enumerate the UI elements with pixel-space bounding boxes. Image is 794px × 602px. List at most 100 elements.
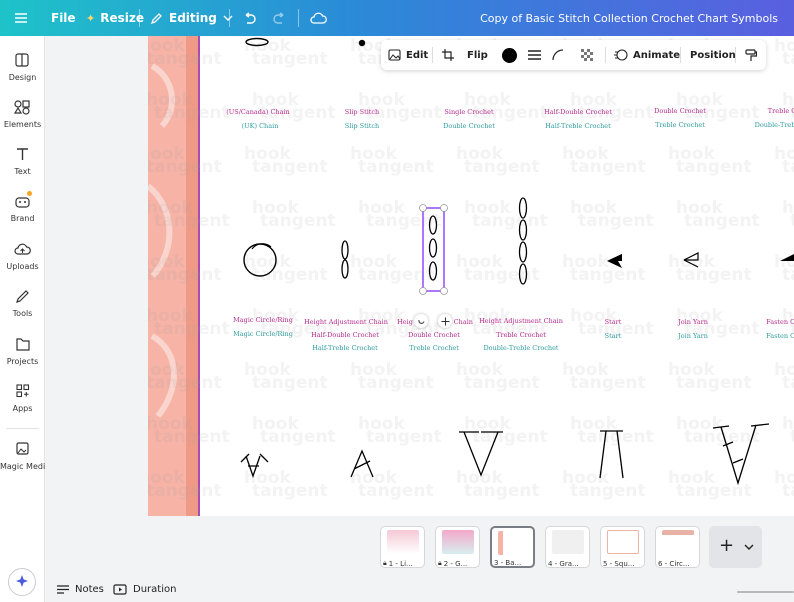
rotate-handle-icon[interactable] bbox=[414, 314, 428, 328]
color-swatch[interactable] bbox=[502, 40, 517, 70]
symbol-label: Height Adjustment Chain bbox=[479, 317, 563, 325]
page-thumbnail-5[interactable]: 5 - Squ... bbox=[600, 526, 645, 568]
page-thumbnail-label: 4 - Gra... bbox=[548, 560, 579, 568]
topbar-divider bbox=[298, 9, 299, 27]
position-button[interactable]: Position bbox=[690, 40, 736, 70]
symbol-label: Treble Crochet bbox=[409, 344, 459, 352]
copy-style-icon[interactable] bbox=[745, 40, 757, 70]
lock-icon: 🔒︎ bbox=[438, 559, 442, 567]
menu-icon[interactable] bbox=[14, 0, 28, 36]
notes-button[interactable]: Notes bbox=[57, 584, 104, 595]
page-thumbnail-1[interactable]: 🔒︎ 1 - Li... bbox=[380, 526, 425, 568]
symbol-label: Single Crochet bbox=[444, 108, 494, 116]
sidebar-label: Text bbox=[14, 167, 31, 176]
animate-button[interactable]: Animate bbox=[614, 40, 680, 70]
symbol-label: t Chain bbox=[449, 318, 473, 326]
page-thumbnail-label: 5 - Squ... bbox=[603, 560, 635, 568]
pencil-icon bbox=[150, 12, 162, 24]
symbol-label: Double-Treble Crochet bbox=[483, 344, 559, 352]
sidebar-label: Tools bbox=[12, 309, 33, 318]
cloud-save-icon[interactable] bbox=[310, 0, 327, 36]
design-page[interactable]: hooktangenthooktangenthooktangenthooktan… bbox=[148, 36, 794, 516]
symbol-label: Double-Treble bbox=[754, 121, 794, 129]
sidebar-label: Brand bbox=[10, 214, 35, 223]
symbol-label: (UK) Chain bbox=[241, 122, 279, 130]
page-navigator: 🔒︎ 1 - Li... 🔒︎ 2 - G... 3 - Ba... 4 - Gra… bbox=[45, 516, 794, 602]
sidebar-item-projects[interactable]: Projects bbox=[0, 336, 45, 366]
elements-icon bbox=[13, 100, 30, 115]
symbol-label: Treble C bbox=[767, 107, 794, 115]
symbol-label: Treble Crochet bbox=[496, 331, 546, 339]
file-menu[interactable]: File bbox=[51, 0, 76, 36]
sidebar-item-uploads[interactable]: Uploads bbox=[0, 241, 45, 271]
page-thumbnail-6[interactable]: 6 - Circ... bbox=[655, 526, 700, 568]
editing-label: Editing bbox=[169, 11, 217, 25]
crown-icon: ✦ bbox=[86, 11, 96, 25]
sidebar-item-brand[interactable]: Brand bbox=[0, 191, 45, 223]
sidebar-label: Design bbox=[8, 73, 37, 82]
sidebar-label: Uploads bbox=[6, 262, 39, 271]
symbol-label: Double Crochet bbox=[408, 331, 460, 339]
duration-button[interactable]: Duration bbox=[113, 584, 176, 595]
sidebar-item-elements[interactable]: Elements bbox=[0, 99, 45, 129]
topbar-divider bbox=[139, 9, 140, 27]
sidebar-label: Magic Media bbox=[0, 462, 51, 471]
symbol-label: Half-Treble Crochet bbox=[545, 122, 611, 130]
border-style-icon[interactable] bbox=[528, 40, 541, 70]
design-icon bbox=[15, 53, 29, 67]
magic-media-icon bbox=[16, 442, 29, 455]
sidebar-item-apps[interactable]: Apps bbox=[0, 383, 45, 413]
symbol-label: Fasten Of bbox=[766, 332, 794, 340]
symbol-label: Heig bbox=[397, 318, 413, 326]
toolbar-divider bbox=[432, 47, 433, 63]
corner-rounding-icon[interactable] bbox=[552, 40, 564, 70]
redo-icon[interactable] bbox=[273, 0, 287, 36]
symbol-label: Start bbox=[604, 318, 622, 326]
page-thumbnail-label: 🔒︎ 1 - Li... bbox=[383, 559, 413, 568]
resize-button[interactable]: ✦ Resize bbox=[86, 0, 144, 36]
sidebar-item-magic-media[interactable]: Magic Media bbox=[0, 441, 51, 471]
symbol-label: Join Yarn bbox=[678, 332, 708, 340]
sidebar-item-text[interactable]: Text bbox=[0, 146, 45, 176]
topbar-divider bbox=[229, 9, 230, 27]
page-thumbnail-3[interactable]: 3 - Ba... bbox=[490, 526, 535, 568]
sidebar-divider bbox=[6, 428, 39, 429]
brand-icon bbox=[15, 197, 30, 208]
sidebar-item-design[interactable]: Design bbox=[0, 52, 45, 82]
sidebar-item-tools[interactable]: Tools bbox=[0, 288, 45, 318]
page-thumbnail-2[interactable]: 🔒︎ 2 - G... bbox=[435, 526, 480, 568]
flip-button[interactable]: Flip bbox=[467, 40, 488, 70]
duration-label: Duration bbox=[133, 584, 177, 595]
symbol-label: Slip Stitch bbox=[344, 122, 380, 130]
edit-button[interactable]: Edit bbox=[388, 40, 428, 70]
document-title[interactable]: Copy of Basic Stitch Collection Crochet … bbox=[480, 0, 778, 36]
left-sidebar: Design Elements Text Brand Uploads Tools… bbox=[0, 36, 51, 602]
chevron-down-icon bbox=[223, 15, 233, 21]
sparkle-icon bbox=[16, 575, 28, 587]
magic-assistant-button[interactable] bbox=[8, 568, 36, 596]
crop-icon[interactable] bbox=[442, 40, 454, 70]
toolbar-divider bbox=[735, 47, 736, 63]
page-thumbnail-4[interactable]: 4 - Gra... bbox=[545, 526, 590, 568]
symbol-label: Half-Double Crochet bbox=[311, 331, 379, 339]
add-page-button[interactable]: + bbox=[709, 526, 762, 568]
symbol-label: Join Yarn bbox=[678, 318, 708, 326]
editing-mode-dropdown[interactable]: Editing bbox=[150, 0, 233, 36]
transparency-icon[interactable] bbox=[581, 40, 594, 70]
symbol-label: Start bbox=[604, 332, 622, 340]
premium-badge-icon bbox=[27, 191, 32, 196]
animate-label: Animate bbox=[633, 49, 681, 61]
apps-icon bbox=[16, 384, 30, 398]
symbol-label: Double Crochet bbox=[654, 107, 706, 115]
resize-label: Resize bbox=[100, 11, 144, 25]
zoom-scrollbar[interactable] bbox=[737, 591, 794, 593]
toolbar-divider bbox=[605, 47, 606, 63]
canvas-area: hooktangenthooktangenthooktangenthooktan… bbox=[45, 36, 794, 516]
top-bar: File ✦ Resize Editing Copy of Basic Stit… bbox=[0, 0, 794, 36]
lock-icon: 🔒︎ bbox=[383, 559, 387, 567]
toolbar-divider bbox=[680, 47, 681, 63]
symbol-label: Half-Double Crochet bbox=[544, 108, 612, 116]
undo-icon[interactable] bbox=[242, 0, 256, 36]
text-icon bbox=[17, 148, 28, 160]
move-handle-icon[interactable] bbox=[438, 314, 452, 328]
